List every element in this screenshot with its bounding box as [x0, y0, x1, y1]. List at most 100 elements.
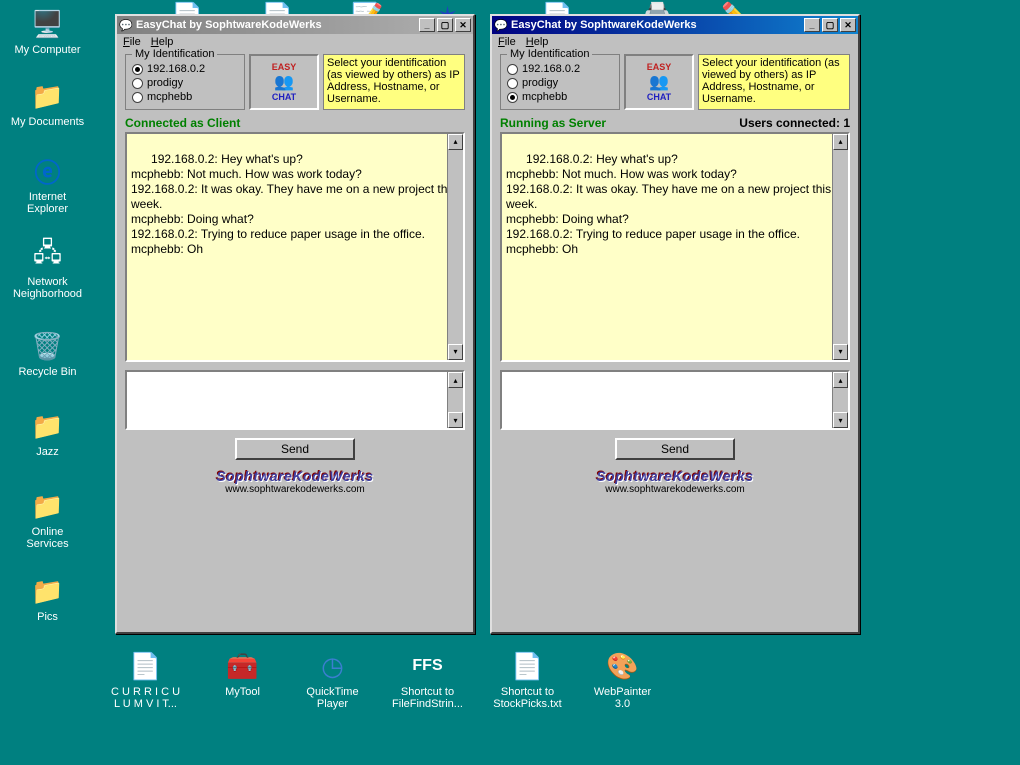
desktop-icon-curriculum[interactable]: 📄 C U R R I C U L U M V I T... — [108, 650, 183, 710]
window-easychat-client[interactable]: 💬 EasyChat by SophtwareKodeWerks _ ▢ ✕ F… — [115, 14, 475, 634]
icon-label: Online Services — [10, 526, 85, 550]
hint-text: Select your identification (as viewed by… — [323, 54, 465, 110]
network-icon: 🖧 — [32, 240, 64, 272]
radio-icon — [132, 64, 143, 75]
scroll-down-icon[interactable]: ▾ — [448, 344, 463, 360]
scrollbar[interactable]: ▴ ▾ — [832, 134, 848, 360]
scroll-up-icon[interactable]: ▴ — [833, 372, 848, 388]
tool-icon: 🧰 — [227, 650, 259, 682]
menu-help[interactable]: Help — [151, 36, 174, 48]
ie-icon: ⓔ — [32, 155, 64, 187]
desktop-icon-my-documents[interactable]: 📁 My Documents — [10, 80, 85, 128]
desktop-icon-stockpicks[interactable]: 📄 Shortcut to StockPicks.txt — [490, 650, 565, 710]
message-input[interactable]: ▴ ▾ — [500, 370, 850, 430]
desktop-icon-ie[interactable]: ⓔ Internet Explorer — [10, 155, 85, 215]
icon-label: My Computer — [10, 44, 85, 56]
hint-text: Select your identification (as viewed by… — [698, 54, 850, 110]
minimize-button[interactable]: _ — [419, 18, 435, 32]
close-button[interactable]: ✕ — [455, 18, 471, 32]
send-button[interactable]: Send — [615, 438, 735, 460]
radio-username[interactable]: mcphebb — [507, 91, 613, 103]
menu-help[interactable]: Help — [526, 36, 549, 48]
desktop-icon-pics[interactable]: 📁 Pics — [10, 575, 85, 623]
scrollbar[interactable]: ▴ ▾ — [447, 372, 463, 428]
group-legend: My Identification — [132, 48, 217, 60]
scroll-down-icon[interactable]: ▾ — [833, 344, 848, 360]
titlebar[interactable]: 💬 EasyChat by SophtwareKodeWerks _ ▢ ✕ — [492, 16, 858, 34]
radio-icon — [507, 92, 518, 103]
menu-file[interactable]: File — [498, 36, 516, 48]
app-logo: EASY 👥 CHAT — [624, 54, 694, 110]
radio-hostname[interactable]: prodigy — [132, 77, 238, 89]
scroll-up-icon[interactable]: ▴ — [833, 134, 848, 150]
maximize-button[interactable]: ▢ — [822, 18, 838, 32]
radio-ip[interactable]: 192.168.0.2 — [507, 63, 613, 75]
icon-label: WebPainter 3.0 — [585, 686, 660, 710]
window-easychat-server[interactable]: 💬 EasyChat by SophtwareKodeWerks _ ▢ ✕ F… — [490, 14, 860, 634]
radio-icon — [132, 92, 143, 103]
identification-group: My Identification 192.168.0.2 prodigy mc… — [125, 54, 245, 110]
icon-label: MyTool — [205, 686, 280, 698]
app-icon: 💬 — [494, 18, 508, 32]
recycle-bin-icon: 🗑️ — [32, 330, 64, 362]
brand-logo: SophtwareKodeWerks — [500, 468, 850, 484]
icon-label: QuickTime Player — [295, 686, 370, 710]
icon-label: Internet Explorer — [10, 191, 85, 215]
identification-group: My Identification 192.168.0.2 prodigy mc… — [500, 54, 620, 110]
folder-icon: 📁 — [32, 575, 64, 607]
shortcut-icon: 📄 — [512, 650, 544, 682]
brand-url: www.sophtwarekodewerks.com — [500, 484, 850, 495]
icon-label: Shortcut to StockPicks.txt — [490, 686, 565, 710]
scroll-up-icon[interactable]: ▴ — [448, 372, 463, 388]
menu-file[interactable]: File — [123, 36, 141, 48]
icon-label: Recycle Bin — [10, 366, 85, 378]
scrollbar[interactable]: ▴ ▾ — [832, 372, 848, 428]
desktop-icon-mytool[interactable]: 🧰 MyTool — [205, 650, 280, 698]
radio-hostname[interactable]: prodigy — [507, 77, 613, 89]
computer-icon: 🖥️ — [32, 8, 64, 40]
window-title: EasyChat by SophtwareKodeWerks — [511, 19, 802, 31]
desktop-icon-filefind[interactable]: FFS Shortcut to FileFindStrin... — [390, 650, 465, 710]
group-legend: My Identification — [507, 48, 592, 60]
radio-icon — [507, 78, 518, 89]
radio-icon — [132, 78, 143, 89]
titlebar[interactable]: 💬 EasyChat by SophtwareKodeWerks _ ▢ ✕ — [117, 16, 473, 34]
radio-ip[interactable]: 192.168.0.2 — [132, 63, 238, 75]
minimize-button[interactable]: _ — [804, 18, 820, 32]
desktop-icon-quicktime[interactable]: ◷ QuickTime Player — [295, 650, 370, 710]
message-input[interactable]: ▴ ▾ — [125, 370, 465, 430]
radio-username[interactable]: mcphebb — [132, 91, 238, 103]
close-button[interactable]: ✕ — [840, 18, 856, 32]
shortcut-icon: FFS — [412, 650, 444, 682]
icon-label: Jazz — [10, 446, 85, 458]
scrollbar[interactable]: ▴ ▾ — [447, 134, 463, 360]
brand-url: www.sophtwarekodewerks.com — [125, 484, 465, 495]
send-button[interactable]: Send — [235, 438, 355, 460]
chat-log: 192.168.0.2: Hey what's up? mcphebb: Not… — [500, 132, 850, 362]
radio-icon — [507, 64, 518, 75]
maximize-button[interactable]: ▢ — [437, 18, 453, 32]
paint-icon: 🎨 — [607, 650, 639, 682]
document-icon: 📄 — [130, 650, 162, 682]
scroll-up-icon[interactable]: ▴ — [448, 134, 463, 150]
scroll-down-icon[interactable]: ▾ — [448, 412, 463, 428]
folder-icon: 📁 — [32, 410, 64, 442]
connection-status: Connected as Client — [125, 116, 240, 130]
window-title: EasyChat by SophtwareKodeWerks — [136, 19, 417, 31]
icon-label: Pics — [10, 611, 85, 623]
icon-label: Network Neighborhood — [10, 276, 85, 300]
brand-logo: SophtwareKodeWerks — [125, 468, 465, 484]
folder-icon: 📁 — [32, 490, 64, 522]
desktop-icon-network[interactable]: 🖧 Network Neighborhood — [10, 240, 85, 300]
desktop-icon-online-services[interactable]: 📁 Online Services — [10, 490, 85, 550]
desktop-icon-recycle[interactable]: 🗑️ Recycle Bin — [10, 330, 85, 378]
desktop-icon-jazz[interactable]: 📁 Jazz — [10, 410, 85, 458]
scroll-down-icon[interactable]: ▾ — [833, 412, 848, 428]
folder-icon: 📁 — [32, 80, 64, 112]
desktop-icon-my-computer[interactable]: 🖥️ My Computer — [10, 8, 85, 56]
users-connected: Users connected: 1 — [739, 116, 850, 130]
icon-label: Shortcut to FileFindStrin... — [390, 686, 465, 710]
app-logo: EASY 👥 CHAT — [249, 54, 319, 110]
icon-label: C U R R I C U L U M V I T... — [108, 686, 183, 710]
desktop-icon-webpainter[interactable]: 🎨 WebPainter 3.0 — [585, 650, 660, 710]
